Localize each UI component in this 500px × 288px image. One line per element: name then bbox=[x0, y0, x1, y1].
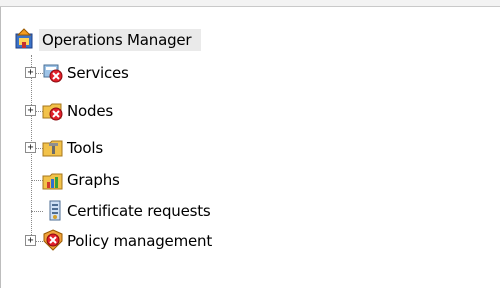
expand-services-toggle[interactable]: + bbox=[25, 67, 36, 78]
tree-item-graphs[interactable]: Graphs bbox=[67, 170, 120, 190]
nodes-error-icon bbox=[42, 100, 64, 122]
tree-item-certificate-requests[interactable]: Certificate requests bbox=[67, 201, 211, 221]
navigation-tree: Operations Manager + Services + Nodes + … bbox=[0, 7, 500, 288]
window-top-border bbox=[0, 0, 500, 7]
tree-item-nodes[interactable]: Nodes bbox=[67, 101, 113, 121]
tree-item-services[interactable]: Services bbox=[67, 63, 129, 83]
operations-manager-icon bbox=[13, 28, 35, 50]
tree-item-tools[interactable]: Tools bbox=[67, 138, 103, 158]
services-error-icon bbox=[42, 62, 64, 84]
graphs-icon bbox=[42, 169, 64, 191]
tree-connector bbox=[31, 211, 43, 212]
expand-policy-management-toggle[interactable]: + bbox=[25, 235, 36, 246]
tree-root-operations-manager[interactable]: Operations Manager bbox=[39, 29, 202, 51]
tools-folder-icon bbox=[42, 137, 64, 159]
certificate-requests-icon bbox=[46, 200, 68, 222]
expand-tools-toggle[interactable]: + bbox=[25, 142, 36, 153]
policy-management-error-icon bbox=[42, 229, 64, 251]
expand-nodes-toggle[interactable]: + bbox=[25, 105, 36, 116]
tree-item-policy-management[interactable]: Policy management bbox=[67, 231, 212, 251]
